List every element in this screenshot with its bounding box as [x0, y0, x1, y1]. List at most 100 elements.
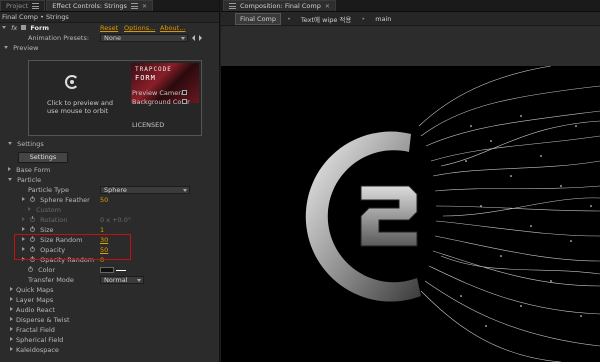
logo-line1: TRAPCODE	[135, 66, 172, 73]
background-color-checkbox[interactable]: Background Color	[132, 98, 190, 106]
preview-camera-label: Preview Camera	[132, 89, 185, 97]
comp-render	[221, 66, 600, 362]
particle-section-row[interactable]: Particle	[0, 175, 219, 185]
panel-menu-icon[interactable]	[32, 3, 40, 9]
expand-arrow-icon[interactable]	[8, 142, 12, 145]
eyedropper-icon[interactable]	[116, 270, 126, 271]
tab-project[interactable]: Project	[0, 0, 46, 11]
expand-arrow-icon[interactable]	[10, 317, 13, 321]
separator-icon: •	[361, 14, 366, 23]
group-label: Layer Maps	[16, 296, 54, 304]
expand-arrow-icon[interactable]	[10, 337, 13, 341]
settings-button[interactable]: Settings	[18, 152, 68, 163]
transfer-mode-select[interactable]: Normal	[100, 276, 144, 284]
group-row-disperse-twist[interactable]: Disperse & Twist	[0, 315, 219, 325]
settings-button-row: Settings	[0, 149, 219, 165]
about-link[interactable]: About...	[160, 23, 185, 33]
expand-arrow-icon[interactable]	[10, 297, 13, 301]
expand-arrow-icon[interactable]	[10, 287, 13, 291]
fx-icon[interactable]: fx	[11, 24, 17, 32]
panel-menu-icon[interactable]	[130, 3, 138, 9]
composition-panel: Composition: Final Comp ✕ Final Comp • T…	[221, 0, 600, 362]
expand-arrow-icon[interactable]	[22, 227, 25, 231]
tab-composition-label: Composition: Final Comp	[240, 2, 321, 10]
animation-presets-row: Animation Presets: None	[0, 33, 219, 43]
expand-arrow-icon[interactable]	[10, 347, 13, 351]
tab-project-label: Project	[6, 2, 29, 10]
expand-arrow-icon[interactable]	[2, 26, 6, 29]
group-row-layer-maps[interactable]: Layer Maps	[0, 295, 219, 305]
left-tabbar: Project Effect Controls: Strings ✕	[0, 0, 219, 12]
particle-type-label: Particle Type	[28, 186, 70, 194]
stopwatch-icon[interactable]	[30, 226, 36, 232]
expand-arrow-icon[interactable]	[4, 46, 8, 49]
preview-camera-checkbox[interactable]: Preview Camera	[132, 89, 187, 97]
group-row-kaleidospace[interactable]: Kaleidospace	[0, 345, 219, 355]
group-row-fractal-field[interactable]: Fractal Field	[0, 325, 219, 335]
expand-arrow-icon[interactable]	[8, 178, 12, 181]
animation-presets-label: Animation Presets:	[28, 34, 90, 42]
settings-section-label: Settings	[17, 140, 44, 148]
subtab-final-comp[interactable]: Final Comp	[235, 12, 282, 25]
sphere-feather-label: Sphere Feather	[40, 196, 90, 204]
expand-arrow-icon[interactable]	[22, 197, 25, 201]
effect-controls-panel: Project Effect Controls: Strings ✕ Final…	[0, 0, 220, 362]
custom-row: Custom	[0, 205, 219, 215]
expand-arrow-icon[interactable]	[10, 327, 13, 331]
reset-link[interactable]: Reset	[100, 23, 118, 33]
checkbox-icon[interactable]	[182, 99, 187, 104]
particle-type-select[interactable]: Sphere	[100, 186, 190, 194]
close-icon[interactable]: ✕	[325, 3, 330, 10]
stopwatch-icon	[30, 216, 36, 222]
checkbox-icon[interactable]	[182, 90, 187, 95]
group-label: Quick Maps	[16, 286, 54, 294]
color-swatch[interactable]	[100, 267, 114, 273]
animation-presets-select[interactable]: None	[100, 34, 188, 42]
transfer-mode-value: Normal	[104, 276, 128, 284]
effect-icon	[21, 25, 27, 30]
preview-section-row[interactable]: Preview	[0, 43, 219, 53]
group-label: Spherical Field	[16, 336, 64, 344]
tab-composition[interactable]: Composition: Final Comp ✕	[223, 0, 336, 11]
previous-preset-icon[interactable]	[192, 35, 195, 41]
effect-name: Form	[30, 24, 49, 32]
rotation-row: Rotation 0 x +0.0°	[0, 215, 219, 225]
rotation-label: Rotation	[40, 216, 68, 224]
expand-arrow-icon[interactable]	[8, 167, 11, 171]
expand-arrow-icon[interactable]	[10, 307, 13, 311]
logo-line2: FORM	[135, 74, 156, 82]
close-icon[interactable]: ✕	[142, 3, 147, 10]
transfer-mode-row: Transfer Mode Normal	[0, 275, 219, 285]
size-label: Size	[40, 226, 54, 234]
sphere-feather-value[interactable]: 50	[100, 195, 108, 205]
tab-effect-controls[interactable]: Effect Controls: Strings ✕	[46, 0, 153, 11]
effect-header-row: fx Form Reset Options... About...	[0, 23, 219, 33]
panel-menu-icon[interactable]	[229, 3, 236, 9]
subtab-main[interactable]: main	[371, 14, 395, 24]
sphere-feather-row: Sphere Feather 50	[0, 195, 219, 205]
group-row-audio-react[interactable]: Audio React	[0, 305, 219, 315]
next-preset-icon[interactable]	[199, 35, 202, 41]
particle-type-value: Sphere	[104, 186, 127, 194]
orbit-icon[interactable]	[65, 75, 79, 89]
composition-viewer[interactable]	[221, 66, 600, 362]
logo-glyph	[360, 185, 418, 247]
expand-arrow-icon	[22, 217, 25, 221]
chevron-down-icon	[137, 279, 141, 282]
stopwatch-icon[interactable]	[30, 196, 36, 202]
preview-section-label: Preview	[13, 44, 39, 52]
chevron-down-icon	[181, 37, 185, 40]
trapcode-form-logo: TRAPCODE FORM	[131, 63, 199, 103]
preview-pane[interactable]: TRAPCODE FORM Click to preview and use m…	[28, 60, 202, 136]
base-form-label: Base Form	[16, 166, 51, 174]
transfer-mode-label: Transfer Mode	[28, 276, 74, 284]
subtab-text-wipe[interactable]: Text에 wipe 적용	[297, 13, 355, 25]
base-form-row[interactable]: Base Form	[0, 165, 219, 175]
options-link[interactable]: Options...	[124, 23, 155, 33]
group-row-quick-maps[interactable]: Quick Maps	[0, 285, 219, 295]
separator-icon: •	[287, 14, 291, 23]
stopwatch-icon[interactable]	[28, 266, 33, 272]
highlight-box	[14, 234, 131, 260]
settings-section-row[interactable]: Settings	[0, 139, 219, 149]
group-row-spherical-field[interactable]: Spherical Field	[0, 335, 219, 345]
